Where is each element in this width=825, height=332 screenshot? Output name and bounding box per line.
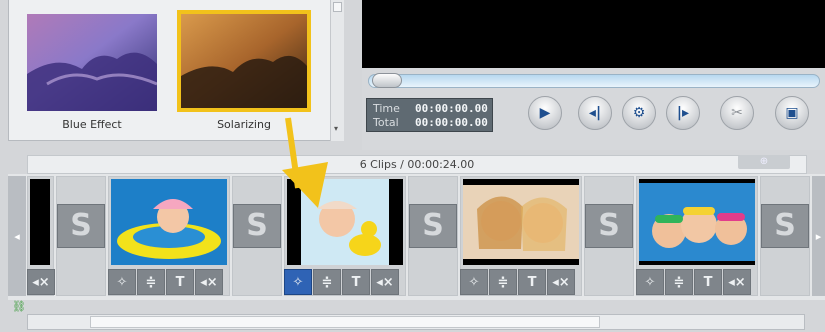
magic-wand-button[interactable]: ✧ — [108, 269, 136, 295]
magic-wand-icon: ✧ — [116, 274, 128, 290]
time-value: 00:00:00.00 — [415, 102, 488, 115]
text-button[interactable]: T — [342, 269, 370, 295]
transition-icon[interactable]: S — [585, 204, 633, 248]
adjust-button[interactable]: ≑ — [665, 269, 693, 295]
settings-button[interactable]: ⚙ — [622, 96, 656, 130]
scroll-thumb[interactable] — [333, 2, 342, 12]
time-display: Time 00:00:00.00 Total 00:00:00.00 — [366, 98, 493, 132]
seek-handle[interactable] — [372, 73, 402, 88]
clip-thumbnail[interactable] — [111, 179, 227, 265]
time-label: Time — [373, 102, 400, 115]
gear-icon: ⚙ — [632, 105, 646, 121]
text-icon: T — [703, 274, 713, 290]
previous-frame-icon: ◂| — [588, 105, 602, 121]
time-row: Time 00:00:00.00 — [373, 102, 488, 115]
previous-frame-button[interactable]: ◂| — [578, 96, 612, 130]
sliders-icon: ≑ — [321, 274, 333, 290]
text-button[interactable]: T — [166, 269, 194, 295]
sliders-icon: ≑ — [673, 274, 685, 290]
clip-thumbnail[interactable] — [639, 179, 755, 265]
play-button[interactable]: ▶ — [528, 96, 562, 130]
total-value: 00:00:00.00 — [415, 116, 488, 129]
mute-icon: ◂× — [376, 274, 394, 290]
timeline-scroll-right-icon[interactable]: ▸ — [812, 176, 825, 296]
sliders-icon: ≑ — [145, 274, 157, 290]
solarizing-effect-image — [181, 14, 307, 108]
transition-icon[interactable]: S — [409, 204, 457, 248]
adjust-button[interactable]: ≑ — [489, 269, 517, 295]
drag-arrow-icon — [282, 117, 328, 208]
play-icon: ▶ — [539, 105, 551, 121]
text-icon: T — [527, 274, 537, 290]
timeline-scroll-left-icon[interactable]: ◂ — [8, 176, 26, 296]
mute-icon: ◂× — [552, 274, 570, 290]
total-label: Total — [373, 116, 399, 129]
save-icon: ▣ — [785, 105, 799, 121]
effect-thumbnail-blue[interactable] — [27, 14, 158, 111]
magic-wand-icon: ✧ — [468, 274, 480, 290]
magic-wand-icon: ✧ — [644, 274, 656, 290]
adjust-button[interactable]: ≑ — [313, 269, 341, 295]
text-button[interactable]: T — [518, 269, 546, 295]
text-icon: T — [175, 274, 185, 290]
mute-icon: ◂× — [728, 274, 746, 290]
timeline-zoom-icon[interactable]: ⊕ — [738, 155, 790, 169]
magic-wand-icon: ✧ — [292, 274, 304, 290]
mute-button[interactable]: ◂× — [195, 269, 223, 295]
mute-button[interactable]: ◂× — [27, 269, 55, 295]
clip-tools: ✧ ≑ T ◂× — [108, 269, 223, 295]
clip-tools: ◂× — [27, 269, 55, 295]
two-women-image — [463, 185, 579, 259]
effect-thumbnail-solarizing[interactable] — [177, 10, 311, 112]
blue-effect-image — [27, 14, 158, 111]
text-icon: T — [351, 274, 361, 290]
timeline-summary: 6 Clips / 00:00:24.00 — [27, 155, 807, 174]
clip-tools: ✧ ≑ T ◂× — [636, 269, 751, 295]
next-frame-icon: |▸ — [676, 105, 690, 121]
split-button[interactable]: ✂ — [720, 96, 754, 130]
text-button[interactable]: T — [694, 269, 722, 295]
transition-icon[interactable]: S — [761, 204, 809, 248]
save-button[interactable]: ▣ — [775, 96, 809, 130]
timeline-scroll-thumb[interactable] — [90, 316, 600, 328]
mute-icon: ◂× — [32, 274, 50, 290]
transition-icon[interactable]: S — [57, 204, 105, 248]
mute-icon: ◂× — [200, 274, 218, 290]
mute-button[interactable]: ◂× — [723, 269, 751, 295]
mute-button[interactable]: ◂× — [547, 269, 575, 295]
mute-button[interactable]: ◂× — [371, 269, 399, 295]
baby-pool-image — [111, 179, 227, 265]
scissors-icon: ✂ — [731, 105, 743, 121]
kids-goggles-image — [639, 183, 755, 261]
next-frame-button[interactable]: |▸ — [666, 96, 700, 130]
effect-label-blue: Blue Effect — [62, 118, 122, 131]
link-icon: ⛓ — [12, 300, 26, 313]
video-preview — [362, 0, 825, 68]
clip-tools: ✧ ≑ T ◂× — [460, 269, 575, 295]
sliders-icon: ≑ — [497, 274, 509, 290]
clip-thumbnail[interactable] — [30, 179, 50, 265]
total-row: Total 00:00:00.00 — [373, 116, 488, 129]
seek-bar[interactable] — [368, 74, 820, 88]
magic-wand-button[interactable]: ✧ — [460, 269, 488, 295]
magic-wand-button[interactable]: ✧ — [284, 269, 312, 295]
magic-wand-button[interactable]: ✧ — [636, 269, 664, 295]
adjust-button[interactable]: ≑ — [137, 269, 165, 295]
clip-thumbnail[interactable] — [463, 179, 579, 265]
clip-tools: ✧ ≑ T ◂× — [284, 269, 399, 295]
